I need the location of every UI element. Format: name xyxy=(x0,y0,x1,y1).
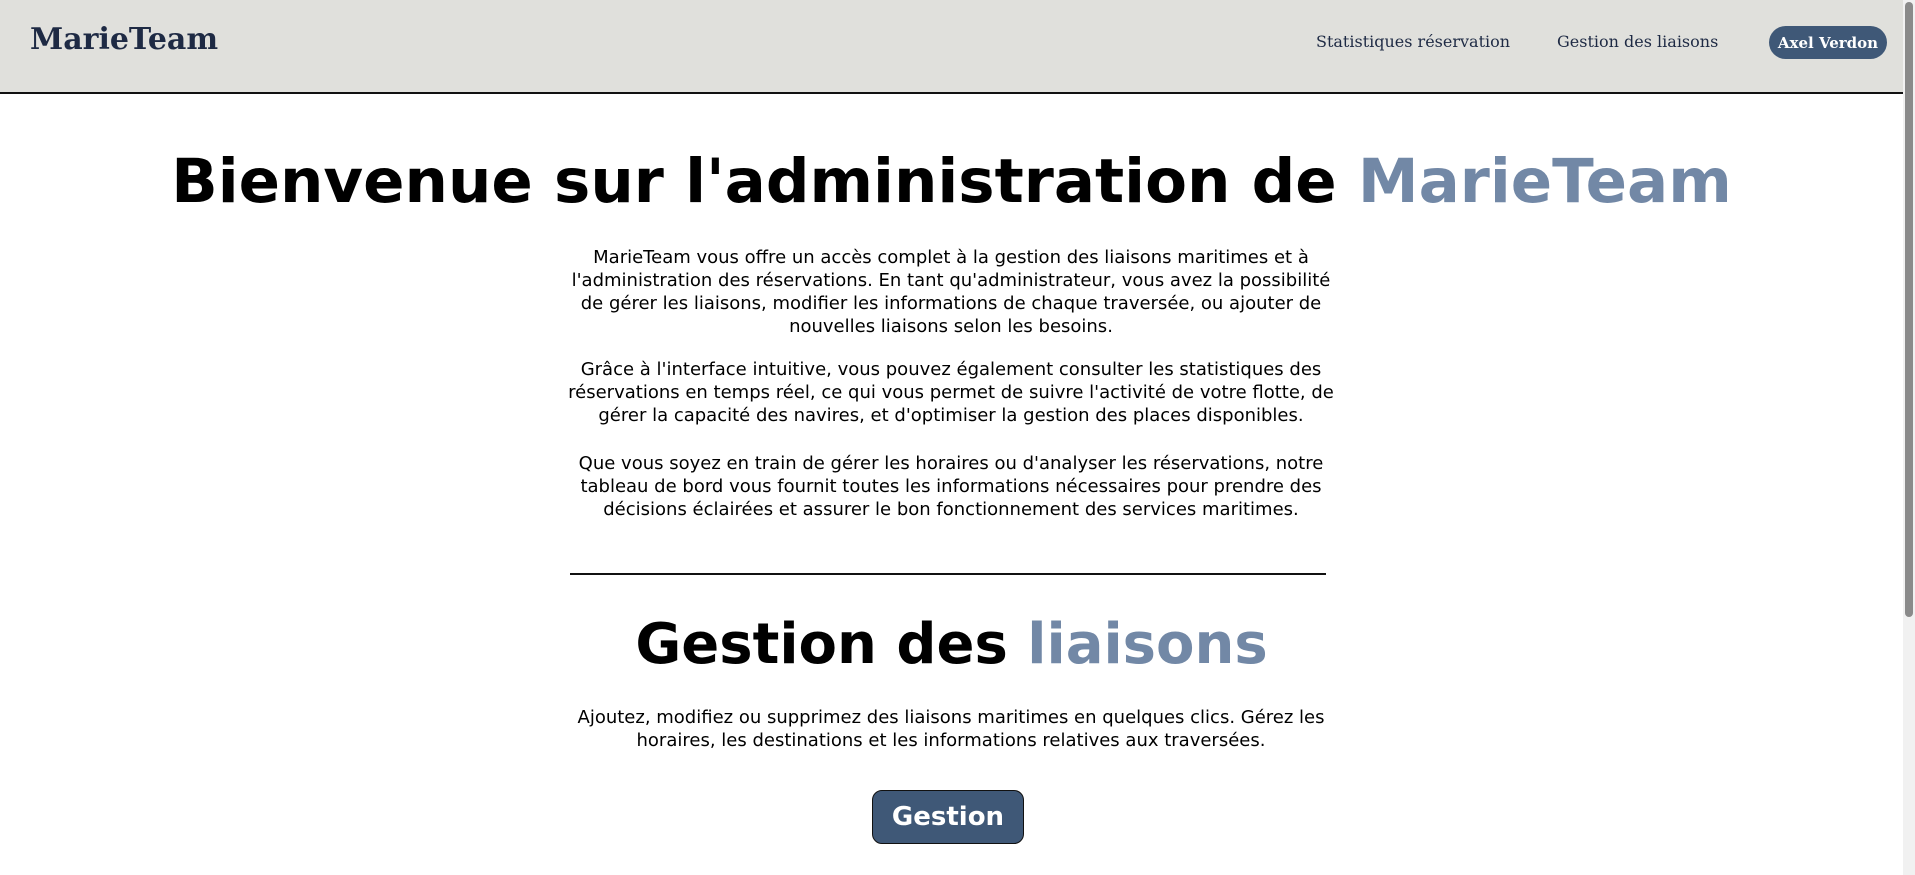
nav-gestion-liaisons[interactable]: Gestion des liaisons xyxy=(1557,32,1718,51)
title-text: Bienvenue sur l'administration de xyxy=(171,146,1358,217)
section-title-text: Gestion des xyxy=(635,612,1028,677)
top-navbar: MarieTeam Statistiques réservation Gesti… xyxy=(0,0,1903,94)
intro-paragraph-3: Que vous soyez en train de gérer les hor… xyxy=(578,453,1324,520)
scrollbar[interactable] xyxy=(1903,0,1915,875)
scrollbar-thumb[interactable] xyxy=(1905,2,1913,617)
intro-paragraph-1: MarieTeam vous offre un accès complet à … xyxy=(571,247,1331,337)
logo[interactable]: MarieTeam xyxy=(30,22,218,57)
nav-statistiques-reservation[interactable]: Statistiques réservation xyxy=(1316,32,1510,51)
title-accent: MarieTeam xyxy=(1357,146,1732,217)
gestion-button[interactable]: Gestion xyxy=(872,790,1024,844)
section-title-accent: liaisons xyxy=(1027,612,1268,677)
intro-paragraph-2: Grâce à l'interface intuitive, vous pouv… xyxy=(568,359,1334,426)
user-menu-button[interactable]: Axel Verdon xyxy=(1769,26,1887,59)
divider xyxy=(570,573,1326,575)
section-title: Gestion des liaisons xyxy=(0,612,1903,677)
page-title: Bienvenue sur l'administration de MarieT… xyxy=(0,146,1903,217)
section-description: Ajoutez, modifiez ou supprimez des liais… xyxy=(577,707,1325,751)
